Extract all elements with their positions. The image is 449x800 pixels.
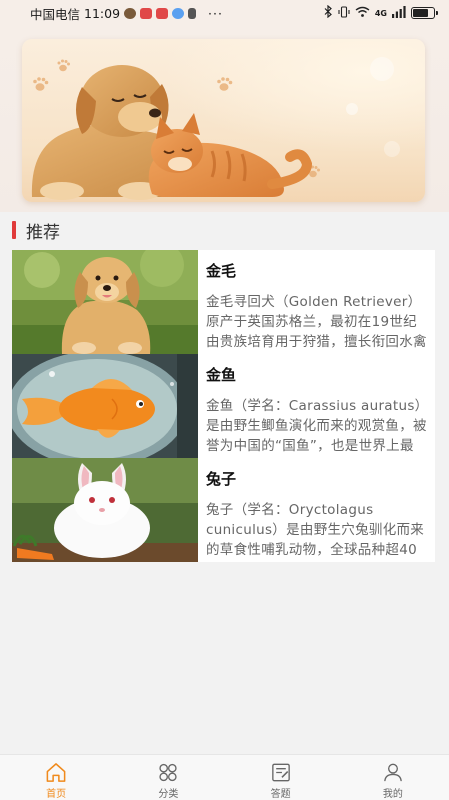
item-description: 金毛寻回犬（Golden Retriever）原产于英国苏格兰，最初在19世纪由… [206, 294, 427, 350]
list-item-golden-retriever[interactable]: 金毛 金毛寻回犬（Golden Retriever）原产于英国苏格兰，最初在19… [12, 250, 435, 354]
item-title: 金鱼 [206, 366, 237, 384]
tab-label: 首页 [46, 789, 67, 800]
tab-label: 我的 [382, 789, 403, 800]
tab-label: 分类 [158, 789, 179, 800]
item-description: 金鱼（学名：Carassius auratus）是由野生鲫鱼演化而来的观赏鱼，被… [206, 398, 427, 454]
recommend-list: 金毛 金毛寻回犬（Golden Retriever）原产于英国苏格兰，最初在19… [12, 250, 435, 562]
more-notifications-icon: ··· [208, 5, 223, 21]
status-bar: 中国电信 11:09 ··· 4G [0, 0, 449, 26]
section-accent-bar [12, 221, 16, 239]
app-notification-icon [156, 7, 169, 19]
wifi-icon [355, 6, 370, 21]
dog-cat-illustration [22, 39, 425, 202]
goldfish-image [12, 354, 198, 458]
golden-retriever-image [12, 250, 198, 354]
clipboard-icon [188, 7, 197, 19]
signal-icon [392, 5, 406, 21]
section-title: 推荐 [26, 222, 60, 243]
home-icon [46, 763, 66, 782]
tab-label: 答题 [270, 789, 291, 800]
app-notification-icon [140, 7, 153, 19]
category-icon [159, 763, 177, 782]
tab-home[interactable]: 首页 [0, 755, 112, 800]
carrier-name: 中国电信 [30, 6, 81, 22]
tab-category[interactable]: 分类 [112, 755, 224, 800]
status-time: 11:09 [84, 5, 121, 21]
bottom-tab-bar: 首页 分类 答题 我的 [0, 754, 449, 800]
item-title: 兔子 [206, 470, 237, 488]
section-header: 推荐 [0, 212, 449, 248]
battery-level [413, 9, 428, 17]
app-notification-icon [124, 7, 137, 19]
item-title: 金毛 [206, 262, 237, 280]
quiz-icon [271, 763, 290, 782]
vibrate-icon [338, 5, 350, 21]
battery-icon [411, 7, 438, 19]
item-description: 兔子（学名：Oryctolagus cuniculus）是由野生穴兔驯化而来的草… [206, 502, 425, 558]
rabbit-image [12, 458, 198, 562]
list-item-goldfish[interactable]: 金鱼 金鱼（学名：Carassius auratus）是由野生鲫鱼演化而来的观赏… [12, 354, 435, 458]
tab-quiz[interactable]: 答题 [225, 755, 337, 800]
banner-image-dog-and-cat[interactable] [22, 39, 425, 202]
bluetooth-icon [324, 4, 333, 21]
tab-profile[interactable]: 我的 [337, 755, 449, 800]
banner-area [0, 26, 449, 212]
user-icon [384, 763, 402, 782]
app-notification-icon [172, 7, 185, 19]
list-item-rabbit[interactable]: 兔子 兔子（学名：Oryctolagus cuniculus）是由野生穴兔驯化而… [12, 458, 435, 562]
network-type: 4G [374, 8, 387, 18]
